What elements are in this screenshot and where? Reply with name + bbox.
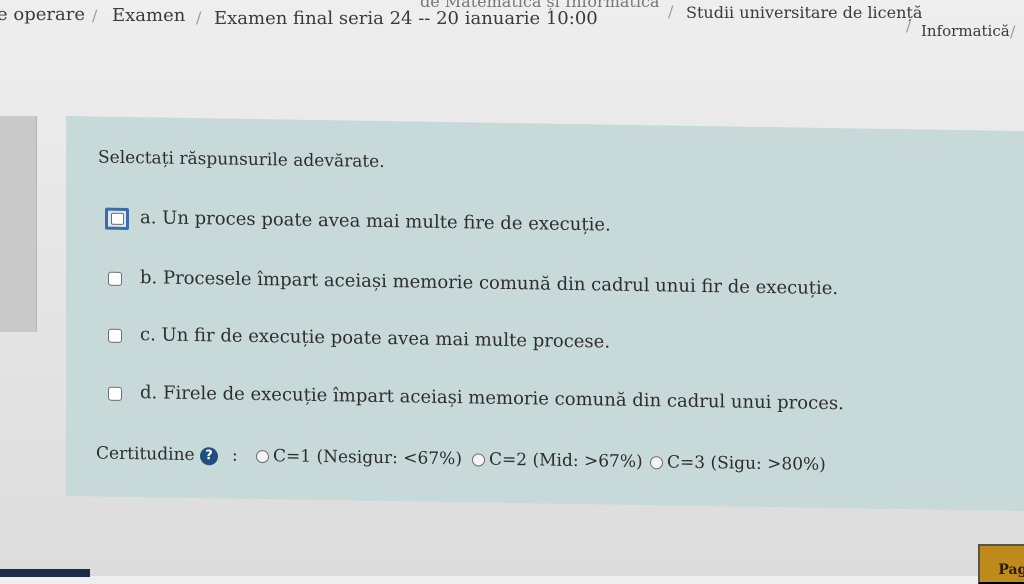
- answer-label-a[interactable]: a. Un proces poate avea mai multe fire d…: [140, 207, 611, 235]
- certainty-radio-2[interactable]: [472, 453, 485, 467]
- answer-checkbox-d[interactable]: [108, 386, 122, 401]
- breadcrumb-item-informatica[interactable]: Informatică: [921, 22, 1010, 40]
- question-card: Selectați răspunsurile adevărate. a. Un …: [66, 116, 1024, 512]
- answer-option-c[interactable]: c. Un fir de execuție poate avea mai mul…: [104, 324, 824, 365]
- certainty-label: Certitudine: [96, 443, 195, 466]
- certainty-radio-1[interactable]: [256, 449, 269, 464]
- question-info-panel: [0, 116, 37, 332]
- certainty-colon: :: [232, 445, 238, 466]
- breadcrumb-separator: /: [906, 16, 912, 35]
- certainty-row: Certitudine ? : C=1 (Nesigur: <67%) C=2 …: [96, 443, 856, 483]
- breadcrumb-separator: /: [668, 2, 674, 21]
- question-prompt: Selectați răspunsurile adevărate.: [98, 147, 385, 173]
- answer-checkbox-b[interactable]: [108, 271, 122, 286]
- certainty-option-1-label[interactable]: C=1 (Nesigur: <67%): [273, 446, 462, 469]
- answer-checkbox-a[interactable]: [105, 207, 129, 230]
- breadcrumb-item-facultate[interactable]: de Matematică și Informatică: [420, 0, 659, 11]
- breadcrumb: e operare / Examen / Examen final seria …: [0, 0, 1024, 50]
- answer-checkbox-c[interactable]: [108, 328, 122, 343]
- certainty-option-3-label[interactable]: C=3 (Sigu: >80%): [667, 452, 826, 474]
- next-page-button[interactable]: Pagi: [978, 544, 1024, 584]
- question-content: Selectați răspunsurile adevărate. a. Un …: [66, 116, 1024, 511]
- breadcrumb-separator: /: [92, 6, 98, 25]
- breadcrumb-item-examen[interactable]: Examen: [112, 5, 185, 26]
- answer-option-d[interactable]: d. Firele de execuție împart aceiași mem…: [104, 382, 844, 423]
- answer-option-b[interactable]: b. Procesele împart aceiași memorie comu…: [104, 267, 838, 308]
- breadcrumb-item-examen-final[interactable]: Examen final seria 24 -- 20 ianuarie 10:…: [214, 8, 598, 29]
- answer-label-d[interactable]: d. Firele de execuție împart aceiași mem…: [140, 382, 844, 414]
- answer-label-b[interactable]: b. Procesele împart aceiași memorie comu…: [140, 267, 838, 299]
- breadcrumb-item-operare[interactable]: e operare: [0, 4, 85, 25]
- answer-label-c[interactable]: c. Un fir de execuție poate avea mai mul…: [140, 324, 610, 352]
- certainty-radio-3[interactable]: [650, 456, 663, 470]
- certainty-option-2-label[interactable]: C=2 (Mid: >67%): [489, 450, 643, 472]
- answer-option-a[interactable]: a. Un proces poate avea mai multe fire d…: [104, 207, 824, 248]
- breadcrumb-separator: /: [196, 8, 202, 27]
- breadcrumb-separator: /: [1010, 22, 1016, 41]
- question-mark-circle-icon[interactable]: ?: [200, 447, 218, 466]
- breadcrumb-item-studii[interactable]: Studii universitare de licență: [686, 3, 922, 22]
